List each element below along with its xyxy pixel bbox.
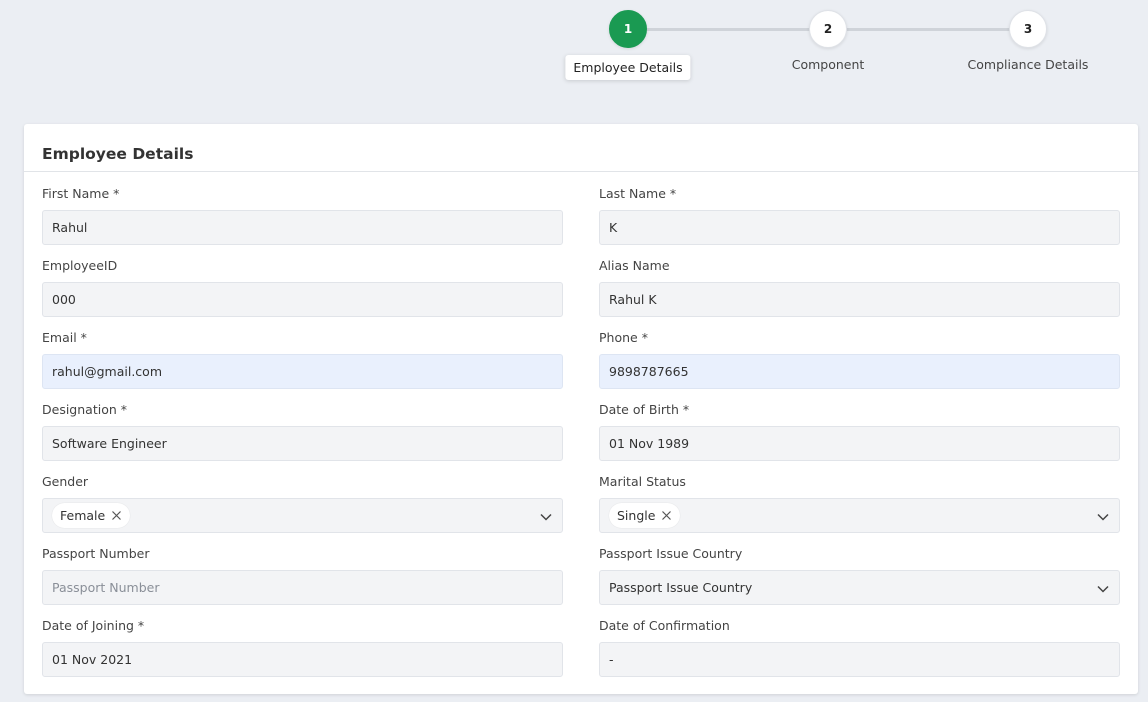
alias-name-field: Alias Name Rahul K (599, 258, 1120, 317)
gender-chip: Female (52, 503, 131, 528)
step-2-circle[interactable]: 2 (809, 10, 847, 48)
last-name-label: Last Name * (599, 186, 677, 201)
first-name-input[interactable]: Rahul (42, 210, 563, 245)
close-icon[interactable] (660, 509, 673, 522)
doj-label: Date of Joining * (42, 618, 145, 633)
phone-input[interactable]: 9898787665 (599, 354, 1120, 389)
email-label: Email * (42, 330, 87, 345)
passport-number-input[interactable]: Passport Number (42, 570, 563, 605)
doc-input[interactable]: - (599, 642, 1120, 677)
card-header: Employee Details (24, 124, 1138, 172)
phone-field: Phone * 9898787665 (599, 330, 1120, 389)
alias-name-label: Alias Name (599, 258, 670, 273)
step-2-label: Component (791, 57, 865, 72)
passport-country-select[interactable]: Passport Issue Country (599, 570, 1120, 605)
first-name-field: First Name * Rahul (42, 186, 563, 245)
marital-status-chip: Single (609, 503, 681, 528)
stepper-connector (847, 28, 1010, 31)
gender-field: Gender Female (42, 474, 563, 533)
gender-select[interactable]: Female (42, 498, 563, 533)
doc-label: Date of Confirmation (599, 618, 730, 633)
step-1-circle[interactable]: 1 (609, 10, 647, 48)
marital-status-field: Marital Status Single (599, 474, 1120, 533)
doj-input[interactable]: 01 Nov 2021 (42, 642, 563, 677)
employee-id-input[interactable]: 000 (42, 282, 563, 317)
email-input[interactable]: rahul@gmail.com (42, 354, 563, 389)
gender-chip-label: Female (60, 508, 106, 523)
doc-field: Date of Confirmation - (599, 618, 1120, 677)
email-field: Email * rahul@gmail.com (42, 330, 563, 389)
employee-id-label: EmployeeID (42, 258, 118, 273)
doj-field: Date of Joining * 01 Nov 2021 (42, 618, 563, 677)
step-3-circle[interactable]: 3 (1009, 10, 1047, 48)
card-title: Employee Details (42, 145, 194, 163)
employee-details-card: Employee Details First Name * Rahul Last… (24, 124, 1138, 694)
marital-status-chip-label: Single (617, 508, 656, 523)
chevron-down-icon[interactable] (539, 510, 553, 524)
designation-label: Designation * (42, 402, 127, 417)
step-1-label: Employee Details (565, 55, 691, 80)
passport-number-field: Passport Number Passport Number (42, 546, 563, 605)
dob-input[interactable]: 01 Nov 1989 (599, 426, 1120, 461)
dob-field: Date of Birth * 01 Nov 1989 (599, 402, 1120, 461)
designation-input[interactable]: Software Engineer (42, 426, 563, 461)
stepper-connector (647, 28, 810, 31)
first-name-label: First Name * (42, 186, 120, 201)
marital-status-select[interactable]: Single (599, 498, 1120, 533)
gender-label: Gender (42, 474, 89, 489)
employee-id-field: EmployeeID 000 (42, 258, 563, 317)
last-name-input[interactable]: K (599, 210, 1120, 245)
chevron-down-icon[interactable] (1096, 582, 1110, 596)
marital-status-label: Marital Status (599, 474, 686, 489)
designation-field: Designation * Software Engineer (42, 402, 563, 461)
passport-country-label: Passport Issue Country (599, 546, 743, 561)
step-3-label: Compliance Details (967, 57, 1089, 72)
close-icon[interactable] (110, 509, 123, 522)
last-name-field: Last Name * K (599, 186, 1120, 245)
passport-country-field: Passport Issue Country Passport Issue Co… (599, 546, 1120, 605)
passport-number-label: Passport Number (42, 546, 150, 561)
passport-country-placeholder: Passport Issue Country (609, 580, 753, 595)
phone-label: Phone * (599, 330, 648, 345)
stepper: 1 2 3 Employee Details Component Complia… (0, 0, 1148, 110)
chevron-down-icon[interactable] (1096, 510, 1110, 524)
alias-name-input[interactable]: Rahul K (599, 282, 1120, 317)
dob-label: Date of Birth * (599, 402, 690, 417)
